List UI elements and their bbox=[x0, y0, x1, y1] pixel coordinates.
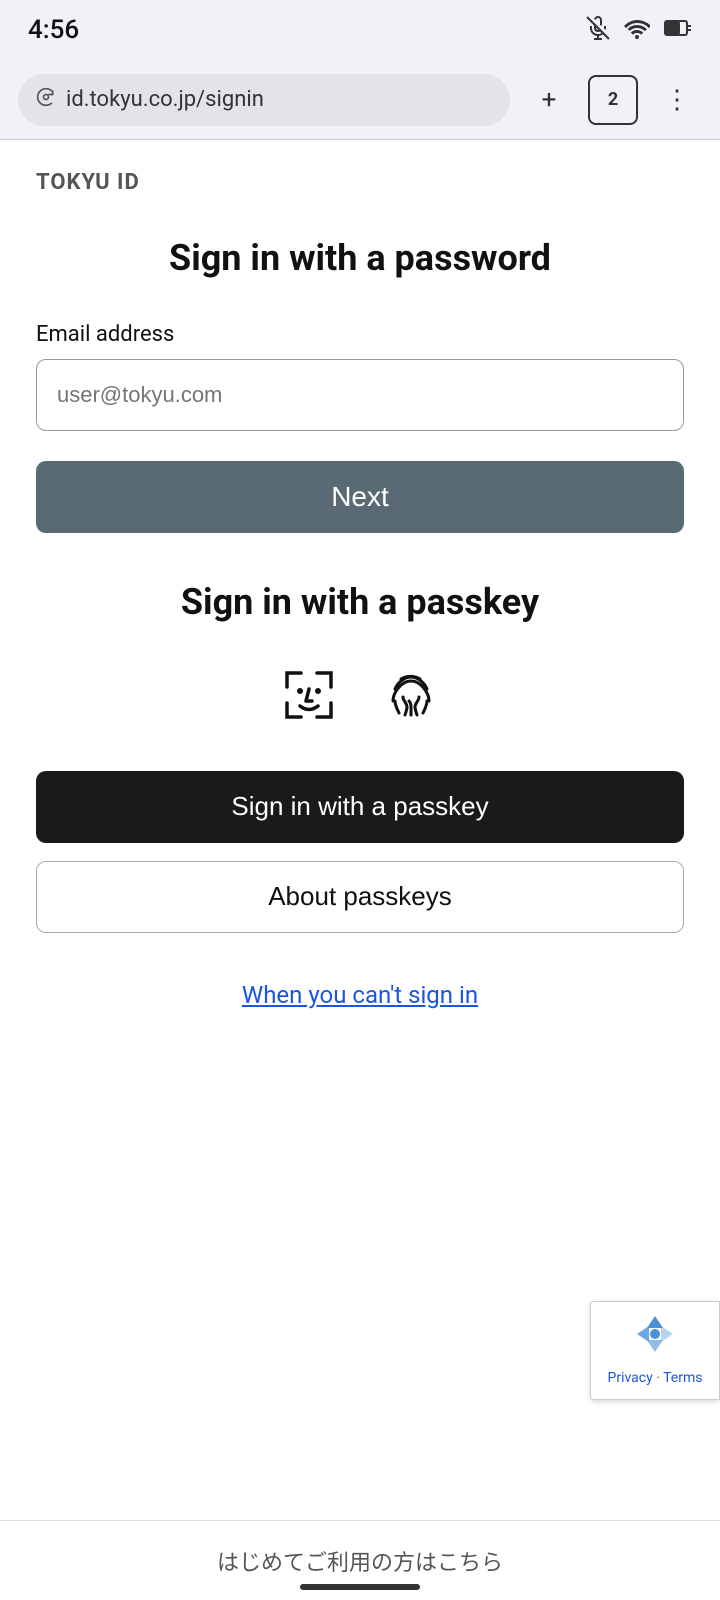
next-button[interactable]: Next bbox=[36, 461, 684, 533]
email-input[interactable] bbox=[36, 359, 684, 431]
new-tab-button[interactable]: + bbox=[524, 75, 574, 125]
bottom-bar: はじめてご利用の方はこちら bbox=[0, 1520, 720, 1600]
cant-signin-link[interactable]: When you can't sign in bbox=[36, 981, 684, 1009]
password-section: Sign in with a password Email address Ne… bbox=[36, 235, 684, 581]
passkey-icons-row bbox=[36, 659, 684, 735]
email-label: Email address bbox=[36, 322, 684, 347]
password-section-title: Sign in with a password bbox=[36, 235, 684, 282]
bottom-handle bbox=[300, 1584, 420, 1590]
url-icon bbox=[36, 87, 56, 112]
about-passkeys-button[interactable]: About passkeys bbox=[36, 861, 684, 933]
recaptcha-logo bbox=[633, 1312, 677, 1365]
recaptcha-badge: Privacy · Terms bbox=[590, 1301, 720, 1400]
battery-icon bbox=[664, 17, 692, 44]
face-id-icon bbox=[273, 659, 345, 735]
page-content: TOKYU ID Sign in with a password Email a… bbox=[0, 140, 720, 1520]
browser-bar: id.tokyu.co.jp/signin + 2 ⋮ bbox=[0, 60, 720, 140]
url-bar[interactable]: id.tokyu.co.jp/signin bbox=[18, 74, 510, 126]
wifi-icon bbox=[624, 17, 650, 44]
recaptcha-text: Privacy · Terms bbox=[608, 1369, 703, 1389]
passkey-button[interactable]: Sign in with a passkey bbox=[36, 771, 684, 843]
fingerprint-icon bbox=[375, 659, 447, 735]
recaptcha-separator: · bbox=[656, 1370, 660, 1386]
mute-icon bbox=[586, 16, 610, 45]
status-bar: 4:56 bbox=[0, 0, 720, 60]
status-icons bbox=[586, 16, 692, 45]
passkey-section-title: Sign in with a passkey bbox=[36, 581, 684, 623]
recaptcha-privacy[interactable]: Privacy bbox=[608, 1370, 653, 1386]
bottom-link[interactable]: はじめてご利用の方はこちら bbox=[217, 1545, 503, 1577]
url-text: id.tokyu.co.jp/signin bbox=[66, 87, 264, 112]
tab-count-button[interactable]: 2 bbox=[588, 75, 638, 125]
brand-title: TOKYU ID bbox=[36, 170, 684, 195]
passkey-section: Sign in with a passkey bbox=[36, 581, 684, 981]
status-time: 4:56 bbox=[28, 15, 79, 45]
menu-button[interactable]: ⋮ bbox=[652, 75, 702, 125]
recaptcha-terms[interactable]: Terms bbox=[663, 1370, 702, 1386]
